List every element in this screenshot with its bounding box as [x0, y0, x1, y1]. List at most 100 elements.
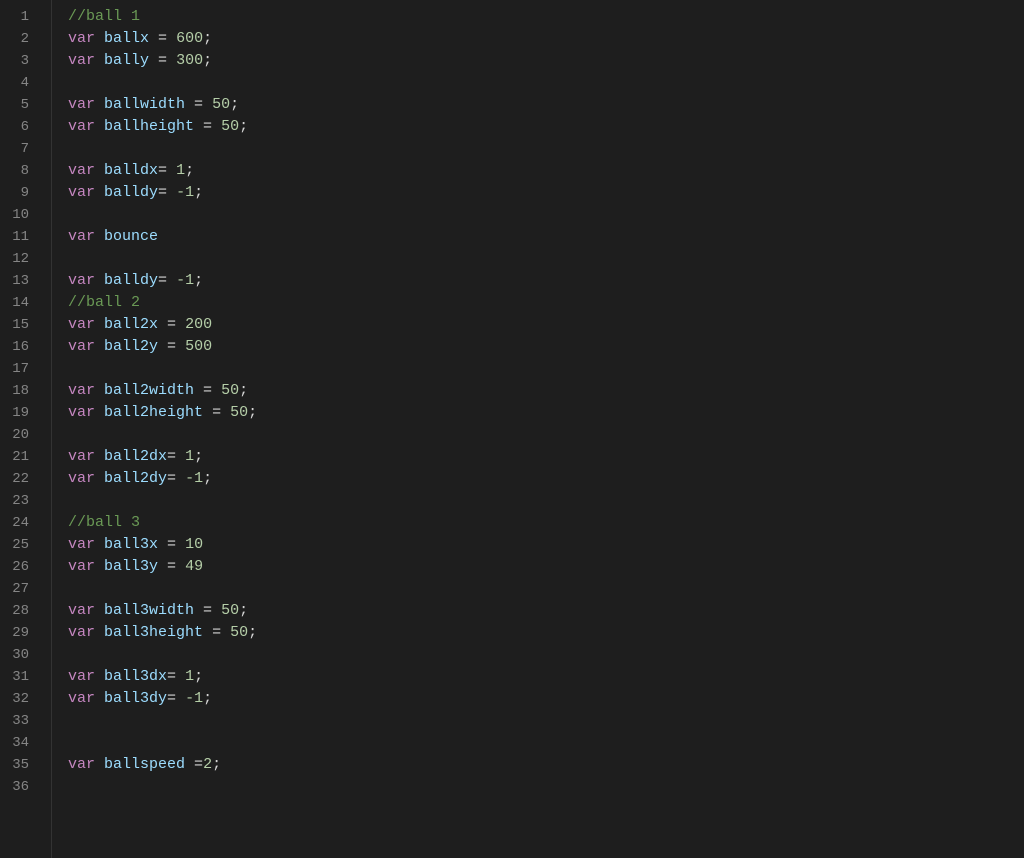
- line-number: 16: [0, 336, 39, 358]
- token-varname: balldy: [104, 184, 158, 201]
- line-number: 36: [0, 776, 39, 798]
- token-num: 1: [176, 162, 185, 179]
- line-number: 21: [0, 446, 39, 468]
- token-kw: var: [68, 382, 95, 399]
- token-op: ;: [248, 404, 257, 421]
- token-kw: var: [68, 118, 95, 135]
- code-line: //ball 3: [68, 512, 1024, 534]
- token-num: 2: [203, 756, 212, 773]
- token-op: =: [158, 536, 185, 553]
- line-number: 31: [0, 666, 39, 688]
- code-line: var bally = 300;: [68, 50, 1024, 72]
- code-line: var ball3x = 10: [68, 534, 1024, 556]
- token-kw: var: [68, 52, 95, 69]
- token-kw: var: [68, 624, 95, 641]
- token-varname: ball2y: [104, 338, 158, 355]
- token-op: [95, 756, 104, 773]
- line-number: 7: [0, 138, 39, 160]
- line-number: 18: [0, 380, 39, 402]
- token-op: [95, 52, 104, 69]
- token-varname: ball2width: [104, 382, 194, 399]
- token-op: =: [158, 338, 185, 355]
- token-varname: balldy: [104, 272, 158, 289]
- line-number: 35: [0, 754, 39, 776]
- token-kw: var: [68, 756, 95, 773]
- line-number: 9: [0, 182, 39, 204]
- code-line: var balldy= -1;: [68, 270, 1024, 292]
- code-line: var ball3y = 49: [68, 556, 1024, 578]
- token-op: =: [158, 184, 176, 201]
- token-varname: ballx: [104, 30, 149, 47]
- line-number: 2: [0, 28, 39, 50]
- token-kw: var: [68, 272, 95, 289]
- token-num: 50: [212, 96, 230, 113]
- token-op: [95, 30, 104, 47]
- line-number: 11: [0, 226, 39, 248]
- token-op: =: [194, 602, 221, 619]
- token-varname: ball3height: [104, 624, 203, 641]
- line-number: 1: [0, 6, 39, 28]
- code-line: var ball3height = 50;: [68, 622, 1024, 644]
- token-kw: var: [68, 404, 95, 421]
- token-op: [95, 316, 104, 333]
- code-line: [68, 138, 1024, 160]
- token-num: 50: [221, 602, 239, 619]
- token-num: 50: [221, 382, 239, 399]
- line-number: 5: [0, 94, 39, 116]
- code-line: var ballheight = 50;: [68, 116, 1024, 138]
- code-line: [68, 644, 1024, 666]
- token-varname: balldx: [104, 162, 158, 179]
- token-kw: var: [68, 316, 95, 333]
- code-line: [68, 424, 1024, 446]
- line-number: 32: [0, 688, 39, 710]
- token-op: ;: [203, 52, 212, 69]
- token-kw: var: [68, 470, 95, 487]
- token-op: [95, 470, 104, 487]
- line-number: 28: [0, 600, 39, 622]
- token-op: ;: [203, 470, 212, 487]
- token-op: [95, 338, 104, 355]
- code-line: var ball2dx= 1;: [68, 446, 1024, 468]
- code-editor: 1234567891011121314151617181920212223242…: [0, 0, 1024, 858]
- token-kw: var: [68, 448, 95, 465]
- code-line: var ball2y = 500: [68, 336, 1024, 358]
- line-number: 25: [0, 534, 39, 556]
- code-line: [68, 248, 1024, 270]
- line-number: 23: [0, 490, 39, 512]
- token-kw: var: [68, 536, 95, 553]
- token-op: =: [167, 668, 185, 685]
- token-op: ;: [194, 272, 203, 289]
- token-op: [95, 404, 104, 421]
- code-line: [68, 710, 1024, 732]
- token-varname: ball3dx: [104, 668, 167, 685]
- line-number: 34: [0, 732, 39, 754]
- token-num: 1: [185, 668, 194, 685]
- token-kw: var: [68, 96, 95, 113]
- token-varname: ball3x: [104, 536, 158, 553]
- code-line: var ballspeed =2;: [68, 754, 1024, 776]
- token-op: =: [185, 96, 212, 113]
- token-num: 200: [185, 316, 212, 333]
- token-num: 500: [185, 338, 212, 355]
- code-area[interactable]: //ball 1var ballx = 600;var bally = 300;…: [52, 0, 1024, 858]
- token-varname: ball2dx: [104, 448, 167, 465]
- token-varname: ball2x: [104, 316, 158, 333]
- token-op: [95, 118, 104, 135]
- code-line: var ball2width = 50;: [68, 380, 1024, 402]
- token-varname: ball3dy: [104, 690, 167, 707]
- code-line: var balldy= -1;: [68, 182, 1024, 204]
- line-number: 27: [0, 578, 39, 600]
- token-op: [95, 448, 104, 465]
- token-op: =: [185, 756, 203, 773]
- line-number: 22: [0, 468, 39, 490]
- token-op: ;: [230, 96, 239, 113]
- token-num: -1: [176, 184, 194, 201]
- token-comment: //ball 2: [68, 294, 140, 311]
- code-line: [68, 72, 1024, 94]
- token-op: =: [203, 624, 230, 641]
- token-op: =: [194, 382, 221, 399]
- token-kw: var: [68, 162, 95, 179]
- token-num: 10: [185, 536, 203, 553]
- token-varname: ballspeed: [104, 756, 185, 773]
- line-numbers: 1234567891011121314151617181920212223242…: [0, 0, 52, 858]
